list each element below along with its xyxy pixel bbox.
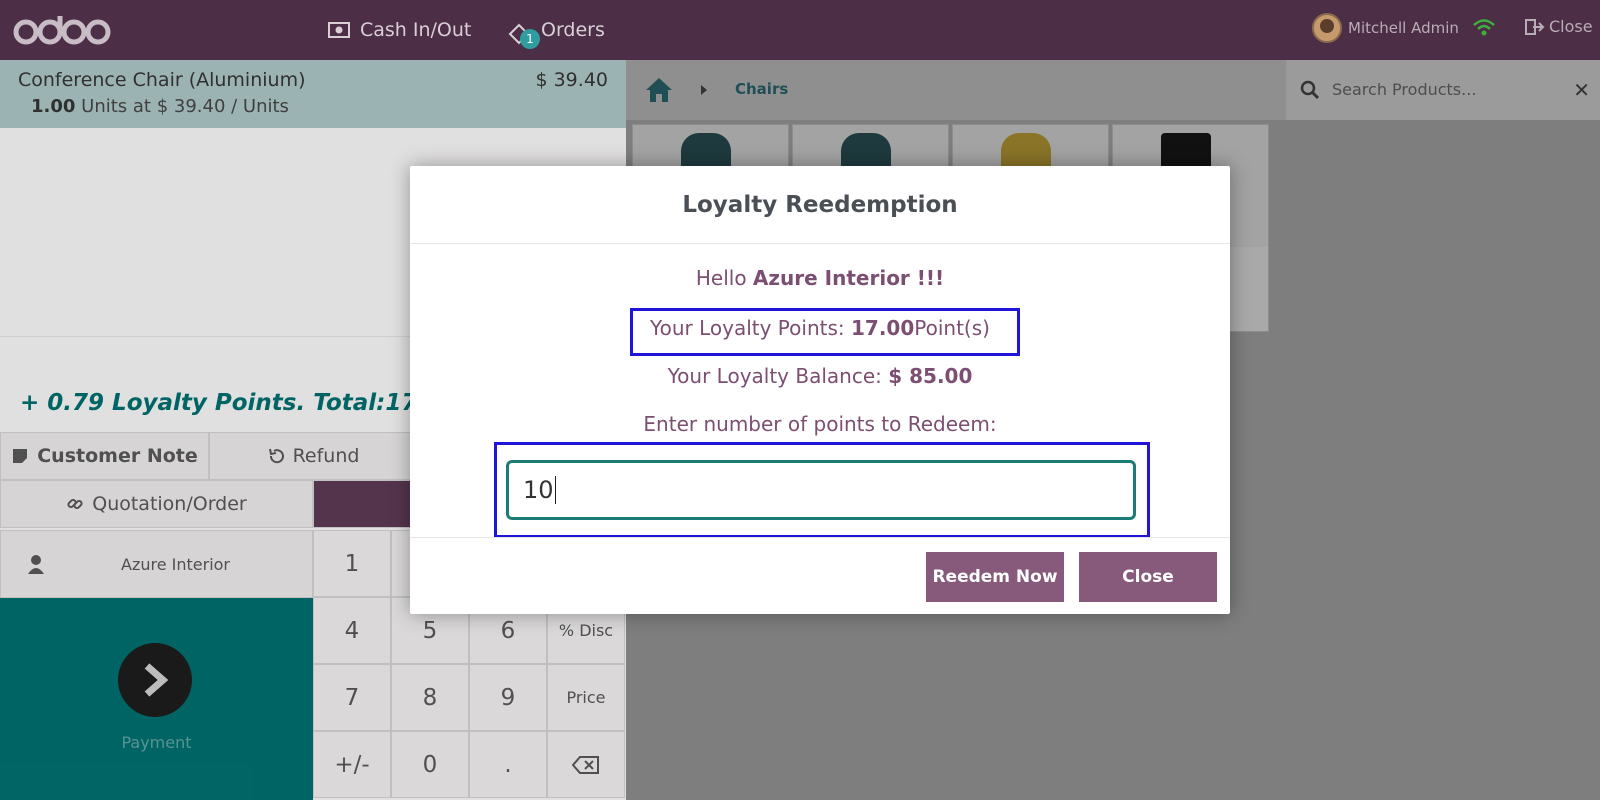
redeem-prompt: Enter number of points to Redeem: (643, 412, 997, 436)
greeting: Hello Azure Interior !!! (410, 266, 1230, 290)
cash-in-out-button[interactable]: Cash In/Out (328, 0, 471, 60)
user-menu[interactable]: Mitchell Admin (1312, 13, 1459, 43)
user-name: Mitchell Admin (1348, 19, 1459, 37)
redeem-points-value: 10 (523, 476, 554, 504)
orders-button[interactable]: 1 Orders (507, 0, 605, 60)
wifi-icon (1473, 19, 1495, 36)
avatar (1312, 13, 1342, 43)
breadcrumb: Chairs Search Products... ✕ (626, 60, 1600, 120)
odoo-logo (13, 16, 111, 45)
balance-prefix: Your Loyalty Balance: (667, 364, 882, 388)
points-suffix: Point(s) (914, 316, 990, 340)
clear-search-icon[interactable]: ✕ (1573, 78, 1590, 102)
home-icon[interactable] (644, 76, 674, 104)
dialog-title: Loyalty Reedemption (410, 166, 1230, 244)
dialog-footer-divider (410, 537, 1230, 538)
loyalty-points: Your Loyalty Points: 17.00Point(s) (410, 316, 1230, 340)
balance-value: $ 85.00 (888, 364, 973, 388)
loyalty-redemption-dialog: Loyalty Reedemption Hello Azure Interior… (410, 166, 1230, 614)
close-session-button[interactable]: Close (1525, 17, 1593, 36)
points-value: 17.00 (851, 316, 915, 340)
search-box[interactable]: Search Products... ✕ (1286, 60, 1600, 120)
redeem-points-input[interactable]: 10 (506, 460, 1136, 520)
points-prefix: Your Loyalty Points: (650, 316, 845, 340)
text-caret (554, 476, 556, 504)
sign-out-icon (1525, 18, 1545, 35)
top-bar: Cash In/Out 1 Orders Mitchell Admin Clos… (0, 0, 1600, 60)
search-icon (1300, 80, 1320, 100)
greeting-customer: Azure Interior !!! (752, 266, 945, 290)
orders-badge: 1 (520, 29, 540, 49)
orders-label: Orders (541, 19, 605, 41)
money-icon (328, 22, 350, 38)
greeting-prefix: Hello (695, 266, 747, 290)
redeem-now-button[interactable]: Reedem Now (926, 552, 1064, 602)
caret-right-icon (701, 85, 707, 95)
close-session-label: Close (1549, 17, 1593, 36)
search-input[interactable]: Search Products... (1332, 80, 1476, 99)
dialog-close-button[interactable]: Close (1079, 552, 1217, 602)
breadcrumb-category[interactable]: Chairs (735, 80, 788, 98)
cash-in-out-label: Cash In/Out (360, 19, 472, 41)
loyalty-balance: Your Loyalty Balance: $ 85.00 (410, 364, 1230, 388)
